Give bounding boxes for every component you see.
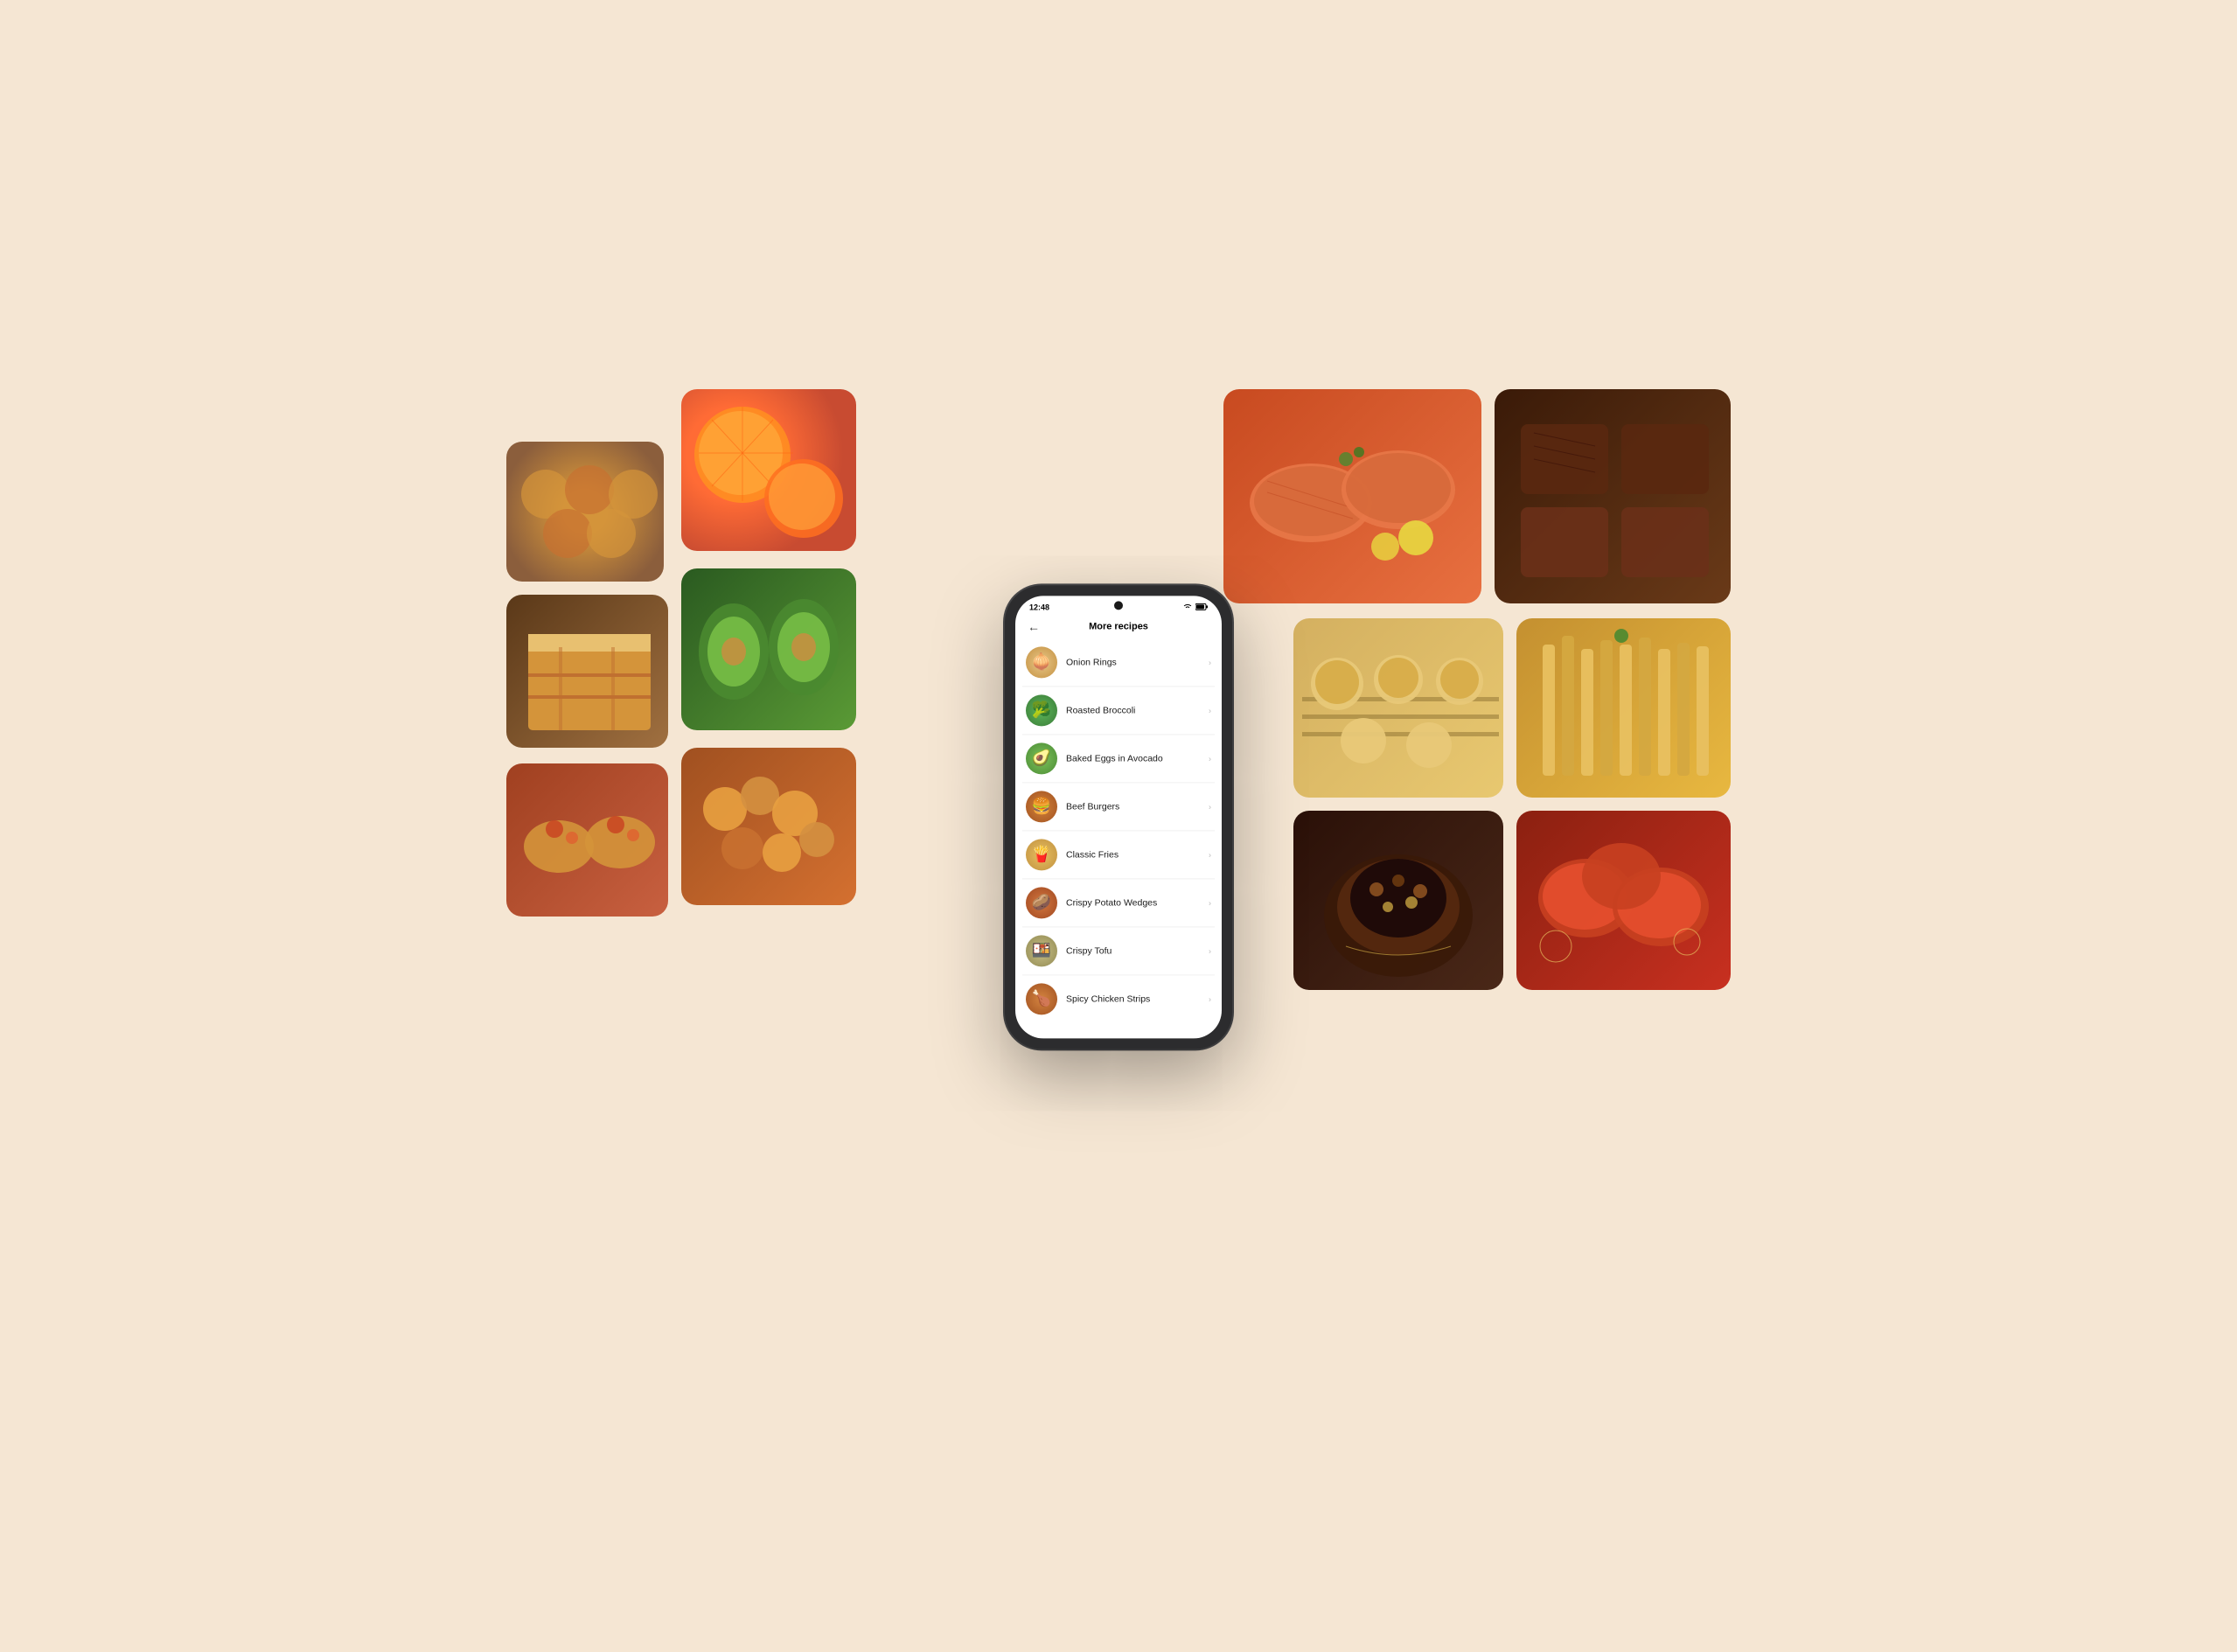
food-card-spicy [1516, 811, 1731, 990]
scene: 12:48 [506, 302, 1731, 1351]
back-button[interactable]: ← [1028, 619, 1040, 633]
recipe-name-classic-fries: Classic Fries [1066, 849, 1209, 860]
recipe-chevron-classic-fries: › [1209, 850, 1211, 859]
recipe-thumb-crispy-tofu: 🍱 [1026, 935, 1057, 966]
recipe-item-roasted-broccoli[interactable]: 🥦 Roasted Broccoli› [1022, 687, 1215, 735]
recipe-name-crispy-potato-wedges: Crispy Potato Wedges [1066, 897, 1209, 908]
recipe-name-beef-burgers: Beef Burgers [1066, 801, 1209, 812]
recipe-name-onion-rings: Onion Rings [1066, 657, 1209, 667]
status-time: 12:48 [1029, 603, 1049, 611]
recipe-chevron-crispy-potato-wedges: › [1209, 898, 1211, 907]
status-icons [1182, 603, 1208, 612]
recipe-thumb-beef-burgers: 🍔 [1026, 791, 1057, 822]
recipe-thumb-onion-rings: 🧅 [1026, 646, 1057, 678]
wifi-icon [1182, 603, 1193, 612]
recipe-item-onion-rings[interactable]: 🧅 Onion Rings› [1022, 638, 1215, 687]
recipe-list: 🧅Onion Rings›🥦Roasted Broccoli›🥑Baked Eg… [1015, 638, 1222, 1038]
recipe-chevron-roasted-broccoli: › [1209, 706, 1211, 714]
phone-device: 12:48 [1005, 585, 1232, 1049]
phone-screen: 12:48 [1015, 596, 1222, 1038]
food-card-bowl [1293, 811, 1503, 990]
recipe-item-spicy-chicken-strips[interactable]: 🍗 Spicy Chicken Strips› [1022, 975, 1215, 1022]
recipe-item-crispy-tofu[interactable]: 🍱 Crispy Tofu› [1022, 927, 1215, 975]
recipe-thumb-roasted-broccoli: 🥦 [1026, 694, 1057, 726]
recipe-chevron-beef-burgers: › [1209, 802, 1211, 811]
page-title: More recipes [1089, 621, 1148, 631]
recipe-item-baked-eggs-avocado[interactable]: 🥑 Baked Eggs in Avocado› [1022, 735, 1215, 783]
nav-bar: ← More recipes [1015, 616, 1222, 638]
recipe-item-classic-fries[interactable]: 🍟 Classic Fries› [1022, 831, 1215, 879]
recipe-item-beef-burgers[interactable]: 🍔 Beef Burgers› [1022, 783, 1215, 831]
recipe-item-crispy-potato-wedges[interactable]: 🥔 Crispy Potato Wedges› [1022, 879, 1215, 927]
recipe-thumb-crispy-potato-wedges: 🥔 [1026, 887, 1057, 918]
food-card-cake [506, 595, 668, 748]
food-card-steak [1495, 389, 1731, 603]
recipe-chevron-onion-rings: › [1209, 658, 1211, 666]
food-card-bruschetta [506, 763, 668, 917]
recipe-thumb-baked-eggs-avocado: 🥑 [1026, 742, 1057, 774]
food-card-fried [681, 748, 856, 905]
food-card-chips [1516, 618, 1731, 798]
food-card-tarts [506, 442, 664, 582]
food-card-cookies [1293, 618, 1503, 798]
food-card-avocado [681, 568, 856, 730]
recipe-name-baked-eggs-avocado: Baked Eggs in Avocado [1066, 753, 1209, 763]
recipe-name-roasted-broccoli: Roasted Broccoli [1066, 705, 1209, 715]
recipe-thumb-spicy-chicken-strips: 🍗 [1026, 983, 1057, 1014]
recipe-chevron-spicy-chicken-strips: › [1209, 994, 1211, 1003]
food-card-salmon [1223, 389, 1481, 603]
recipe-chevron-crispy-tofu: › [1209, 946, 1211, 955]
recipe-name-crispy-tofu: Crispy Tofu [1066, 945, 1209, 956]
recipe-chevron-baked-eggs-avocado: › [1209, 754, 1211, 763]
battery-icon [1195, 603, 1208, 612]
food-card-citrus [681, 389, 856, 551]
camera-dot [1114, 601, 1123, 610]
recipe-thumb-classic-fries: 🍟 [1026, 839, 1057, 870]
recipe-name-spicy-chicken-strips: Spicy Chicken Strips [1066, 993, 1209, 1004]
